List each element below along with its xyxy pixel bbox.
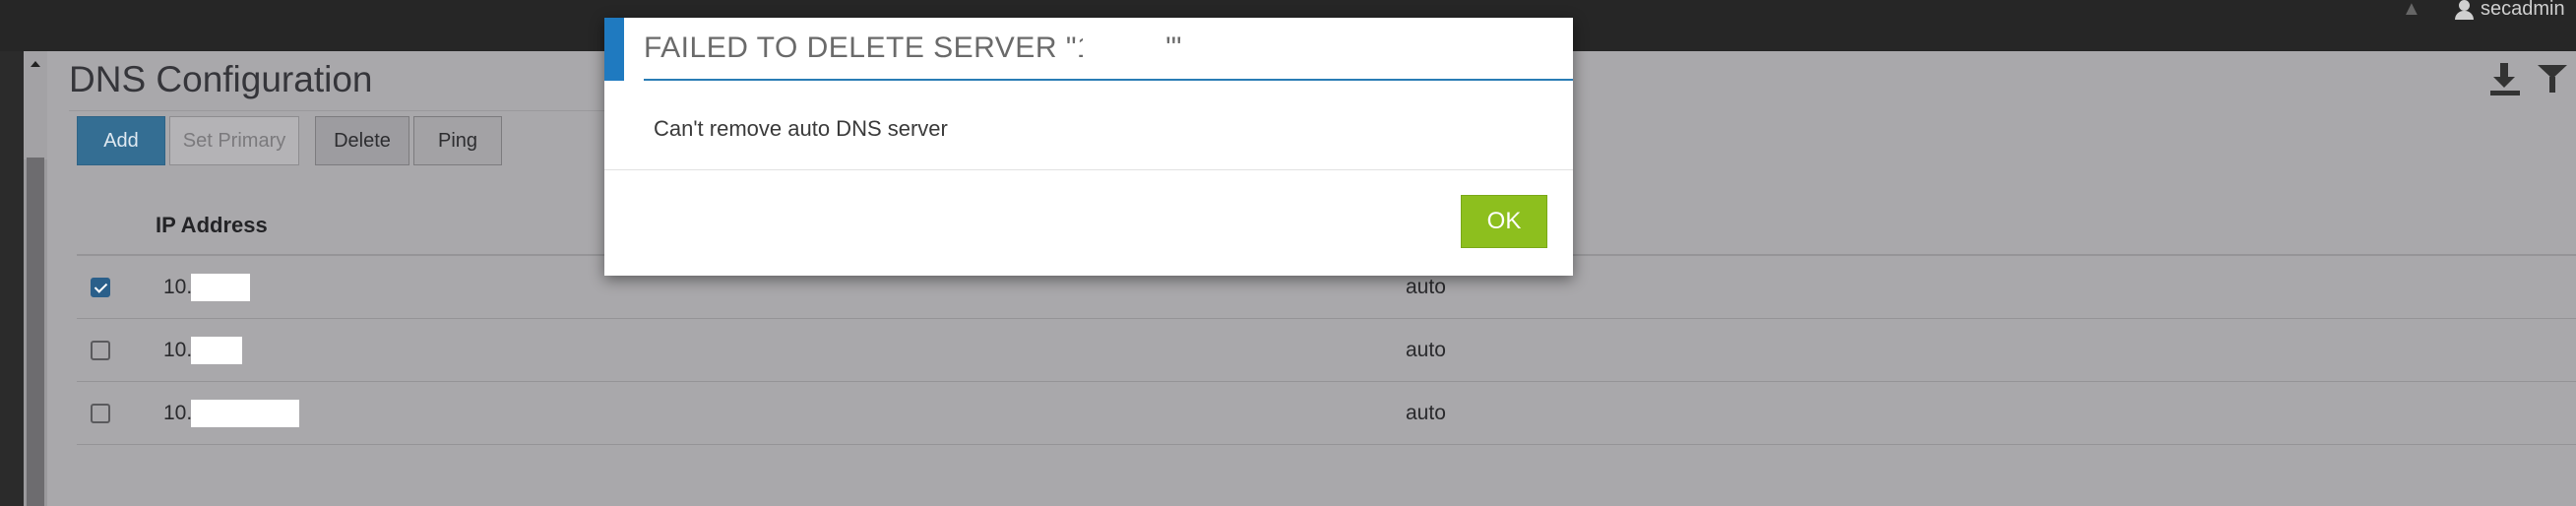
dialog-divider bbox=[604, 169, 1573, 170]
table-row[interactable]: 10. auto bbox=[77, 319, 2576, 382]
dialog-title-end: '" bbox=[1165, 32, 1182, 64]
download-icon[interactable] bbox=[2488, 61, 2522, 96]
row-checkbox[interactable] bbox=[91, 341, 110, 360]
error-dialog: FAILED TO DELETE SERVER "10. '" Can't re… bbox=[604, 18, 1573, 276]
toolbar-icons bbox=[2488, 61, 2569, 96]
table-row[interactable]: 10. auto bbox=[77, 382, 2576, 445]
redaction-box bbox=[191, 337, 242, 364]
side-scrollbar[interactable] bbox=[24, 51, 47, 506]
row-checkbox[interactable] bbox=[91, 404, 110, 423]
user-icon bbox=[2453, 0, 2475, 20]
ping-button[interactable]: Ping bbox=[413, 116, 502, 165]
delete-button[interactable]: Delete bbox=[315, 116, 409, 165]
row-checkbox[interactable] bbox=[91, 278, 110, 297]
redaction-box bbox=[191, 400, 299, 427]
ok-button[interactable]: OK bbox=[1461, 195, 1547, 248]
username: secadmin bbox=[2481, 0, 2565, 20]
set-primary-button[interactable]: Set Primary bbox=[169, 116, 299, 165]
dialog-accent-bar bbox=[604, 18, 624, 81]
ip-address-cell: 10. bbox=[163, 402, 193, 424]
dialog-title-underline bbox=[644, 79, 1573, 81]
redaction-box bbox=[1083, 30, 1167, 69]
ip-address-cell: 10. bbox=[163, 339, 193, 361]
scroll-up-arrow-icon[interactable] bbox=[24, 51, 47, 159]
dialog-title: FAILED TO DELETE SERVER "10. bbox=[644, 32, 1120, 64]
source-cell: auto bbox=[1406, 276, 1446, 298]
user-menu[interactable]: secadmin bbox=[2453, 0, 2565, 20]
column-header-ip-address[interactable]: IP Address bbox=[156, 213, 268, 238]
ip-address-cell: 10. bbox=[163, 276, 193, 298]
notification-bell-icon[interactable]: ▲ bbox=[2402, 0, 2423, 19]
title-divider bbox=[69, 110, 620, 111]
scrollbar-thumb[interactable] bbox=[27, 158, 44, 506]
add-button[interactable]: Add bbox=[77, 116, 165, 165]
filter-icon[interactable] bbox=[2536, 61, 2569, 96]
source-cell: auto bbox=[1406, 402, 1446, 424]
redaction-box bbox=[191, 274, 250, 301]
page-title: DNS Configuration bbox=[69, 59, 373, 99]
dialog-message: Can't remove auto DNS server bbox=[654, 116, 948, 141]
source-cell: auto bbox=[1406, 339, 1446, 361]
